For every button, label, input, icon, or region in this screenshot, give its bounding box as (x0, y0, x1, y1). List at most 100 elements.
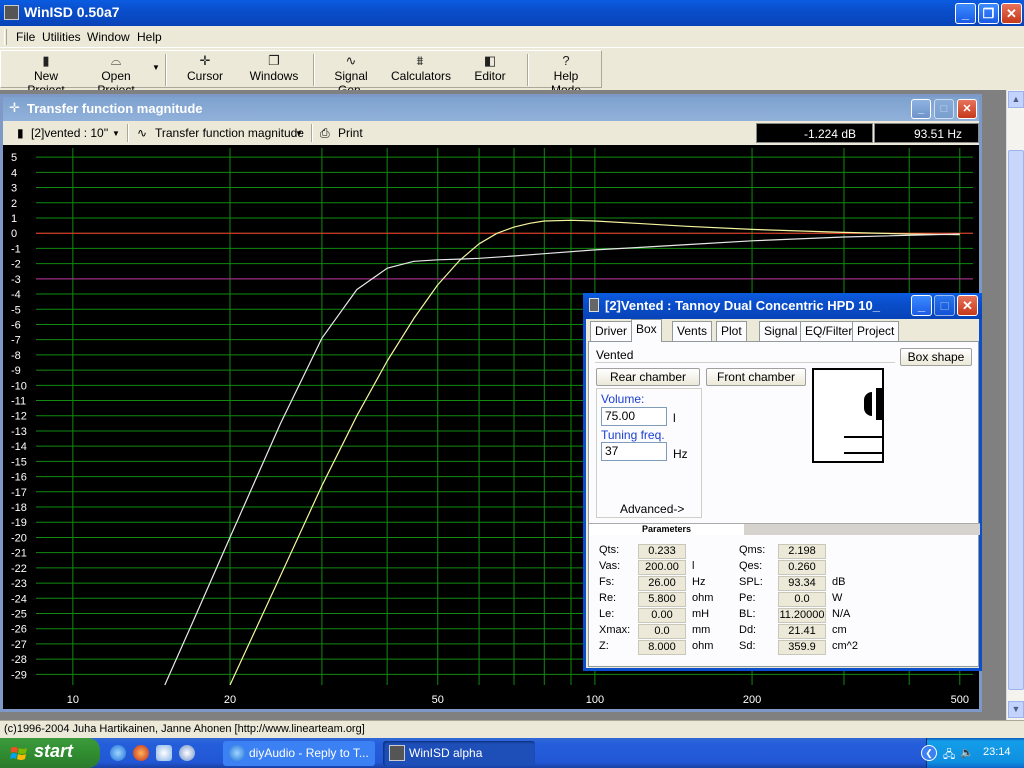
start-label: start (34, 741, 74, 761)
explorer-icon[interactable] (156, 745, 172, 761)
param-fs-unit: Hz (692, 576, 706, 588)
parameters-bar: Parameters (589, 523, 980, 535)
tab-signal[interactable]: Signal (759, 321, 803, 341)
tab-driver[interactable]: Driver (590, 321, 632, 341)
speaker-icon (589, 298, 599, 312)
plot-type-dropdown-icon[interactable]: ▼ (295, 129, 303, 138)
tuning-freq-input[interactable]: 37 (601, 442, 667, 461)
signal-gen-button[interactable]: ∿ Signal Gen. (321, 52, 381, 97)
param-sd-label: Sd: (739, 640, 756, 652)
box-close-button[interactable]: ✕ (957, 295, 978, 316)
y-tick-label: 0 (11, 228, 17, 240)
task-winisd[interactable]: WinISD alpha (383, 741, 535, 766)
help-mode-button[interactable]: ? Help Mode (537, 52, 595, 97)
project-select-dropdown-icon[interactable]: ▼ (112, 129, 120, 138)
driver-baffle (876, 388, 882, 420)
tab-eq-filter[interactable]: EQ/Filter (800, 321, 858, 341)
mdi-vertical-scrollbar[interactable]: ▲ ▼ (1006, 90, 1024, 720)
open-project-button[interactable]: ⌓ Open Project (83, 52, 149, 97)
y-tick-label: 3 (11, 183, 17, 195)
chart-maximize-button[interactable]: □ (934, 99, 954, 119)
chart-close-button[interactable]: ✕ (957, 99, 977, 119)
volume-unit: l (673, 411, 676, 425)
minimize-button[interactable]: _ (955, 3, 976, 24)
start-button[interactable]: start (0, 738, 100, 768)
parameters-header[interactable]: Parameters (589, 524, 744, 535)
scroll-up-arrow[interactable]: ▲ (1008, 91, 1024, 108)
param-pe-unit: W (832, 592, 843, 604)
box-window-titlebar[interactable]: [2]Vented : Tannoy Dual Concentric HPD 1… (583, 293, 982, 319)
calculators-button[interactable]: ⩩ Calculators (391, 52, 451, 87)
plot-type-select[interactable]: Transfer function magnitude (155, 126, 304, 140)
media-player-icon[interactable] (179, 745, 195, 761)
param-fs-value: 26.00 (638, 576, 686, 591)
tab-project[interactable]: Project (852, 321, 900, 341)
task-winisd-label: WinISD alpha (409, 746, 483, 760)
param-vas-value: 200.00 (638, 560, 686, 575)
y-tick-label: -6 (11, 319, 21, 331)
param-re-unit: ohm (692, 592, 714, 604)
rear-chamber-button[interactable]: Rear chamber (596, 368, 700, 386)
param-dd-unit: cm (832, 624, 847, 636)
y-tick-label: -25 (11, 609, 27, 621)
chart-minimize-button[interactable]: _ (911, 99, 931, 119)
tab-plot[interactable]: Plot (716, 321, 747, 341)
param-qts-label: Qts: (599, 544, 620, 556)
advanced-button[interactable]: Advanced-> (620, 502, 684, 516)
y-tick-label: -9 (11, 365, 21, 377)
crosshair-icon: ✛ (9, 100, 20, 115)
y-tick-label: -23 (11, 578, 27, 590)
box-minimize-button[interactable]: _ (911, 295, 932, 316)
project-select[interactable]: [2]vented : 10'' (31, 126, 108, 140)
param-le-label: Le: (599, 608, 615, 620)
ie-icon[interactable] (110, 745, 126, 761)
y-tick-label: -11 (11, 396, 26, 408)
front-chamber-button[interactable]: Front chamber (706, 368, 806, 386)
task-diyaudio[interactable]: diyAudio - Reply to T... (223, 741, 375, 766)
windows-button[interactable]: ❐ Windows (247, 52, 301, 87)
volume-icon[interactable]: 🔈 (960, 746, 974, 759)
scroll-thumb[interactable] (1008, 150, 1024, 690)
close-button[interactable]: ✕ (1001, 3, 1022, 24)
new-project-button[interactable]: ▮ New Project (15, 52, 77, 97)
editor-icon: ◧ (483, 53, 497, 68)
y-tick-label: -19 (11, 517, 27, 529)
menu-window[interactable]: Window (87, 30, 130, 44)
y-tick-label: -5 (11, 304, 21, 316)
menu-utilities[interactable]: Utilities (42, 30, 81, 44)
param-dd-label: Dd: (739, 624, 757, 636)
print-button[interactable]: Print (338, 126, 363, 140)
calculators-icon: ⩩ (416, 53, 424, 68)
windows-icon: ❐ (268, 53, 280, 68)
cursor-button[interactable]: ✛ Cursor (181, 52, 229, 87)
menu-help[interactable]: Help (137, 30, 162, 44)
param-bl-unit: N/A (832, 608, 851, 620)
y-tick-label: -28 (11, 654, 27, 666)
cursor-label: Cursor (186, 69, 223, 83)
scroll-down-arrow[interactable]: ▼ (1008, 701, 1024, 718)
firefox-icon[interactable] (133, 745, 149, 761)
param-le-unit: mH (692, 608, 710, 620)
y-tick-label: -20 (11, 532, 27, 544)
param-xmax-unit: mm (692, 624, 711, 636)
tab-vents[interactable]: Vents (672, 321, 713, 341)
restore-button[interactable]: ❐ (978, 3, 999, 24)
volume-input[interactable]: 75.00 (601, 407, 667, 426)
app-icon (4, 5, 19, 20)
tray-expand-icon[interactable]: ❮ (921, 745, 937, 761)
chart-window-titlebar[interactable]: ✛ Transfer function magnitude _ □ ✕ (3, 97, 979, 121)
param-z-unit: ohm (692, 640, 714, 652)
menu-file[interactable]: File (16, 30, 35, 44)
box-shape-button[interactable]: Box shape (900, 348, 972, 366)
tab-box[interactable]: Box (631, 319, 662, 342)
tuning-freq-unit: Hz (673, 447, 688, 461)
box-maximize-button[interactable]: □ (934, 295, 955, 316)
windows-label: Windows (249, 69, 299, 83)
x-tick-label: 500 (951, 694, 969, 706)
editor-button[interactable]: ◧ Editor (469, 52, 511, 87)
y-tick-label: -1 (11, 243, 21, 255)
y-tick-label: -2 (11, 259, 21, 271)
network-icon[interactable]: 🖧 (943, 746, 955, 765)
app-titlebar[interactable]: WinISD 0.50a7 _ ❐ ✕ (0, 0, 1024, 26)
main-toolbar: ▮ New Project ⌓ Open Project ▼ ✛ Cursor … (0, 50, 602, 97)
